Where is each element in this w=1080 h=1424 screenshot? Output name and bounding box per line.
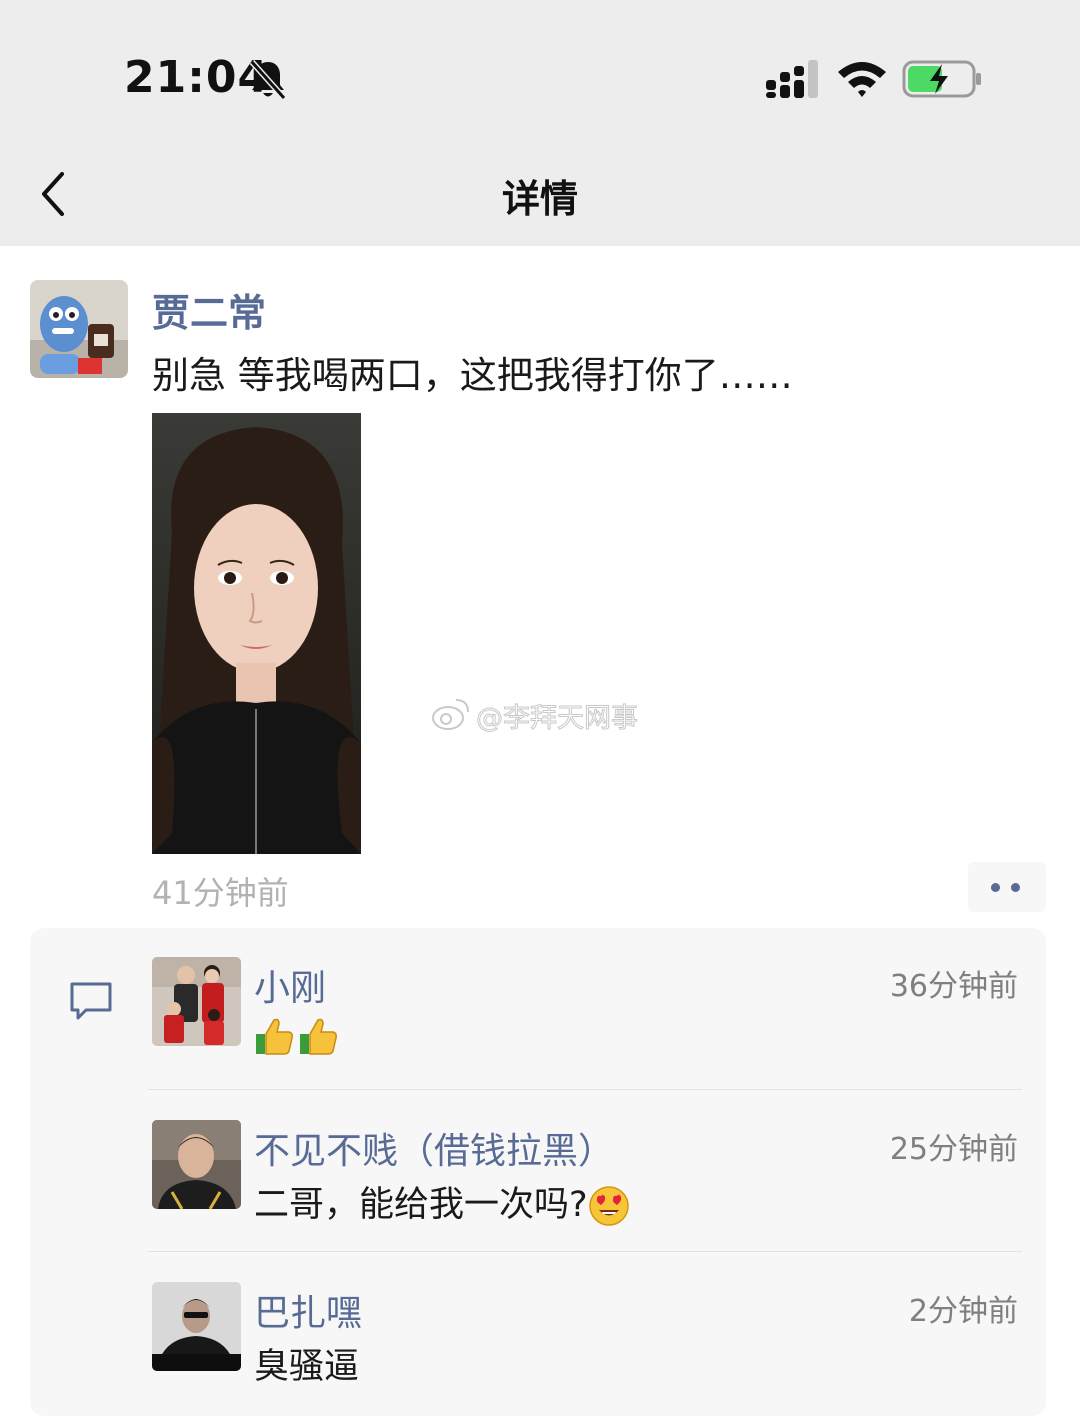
post-time: 41分钟前: [152, 874, 289, 912]
commenter-avatar[interactable]: [152, 957, 241, 1046]
author-avatar[interactable]: [30, 280, 128, 378]
comment-time: 36分钟前: [889, 969, 1018, 1004]
comment-time: 2分钟前: [908, 1294, 1018, 1329]
post-author-name[interactable]: 贾二常: [152, 282, 266, 337]
comment-item[interactable]: 小刚 36分钟前: [152, 957, 1022, 1067]
comment-text: 臭骚逼: [254, 1347, 360, 1387]
comment-divider: [148, 1251, 1022, 1252]
comment-bubble-icon: [70, 982, 112, 1020]
commenter-avatar[interactable]: [152, 1282, 241, 1371]
signal-icon: [766, 60, 818, 98]
dot-icon: [991, 883, 1000, 892]
more-actions-button[interactable]: [968, 862, 1046, 912]
commenter-name[interactable]: 巴扎嘿: [254, 1284, 362, 1336]
thumbs-up-emoji-icon: [256, 1018, 293, 1055]
commenter-name[interactable]: 不见不贱（借钱拉黑）: [254, 1122, 614, 1174]
watermark-text: @李拜天网事: [476, 703, 639, 735]
commenter-avatar[interactable]: [152, 1120, 241, 1209]
thumbs-up-emoji-icon: [300, 1018, 337, 1055]
bell-muted-icon: [249, 60, 287, 100]
page-title: 详情: [501, 177, 578, 221]
status-bar: 21:04: [0, 0, 1080, 150]
commenter-name[interactable]: 小刚: [254, 959, 326, 1011]
comment-item[interactable]: 巴扎嘿 2分钟前 臭骚逼: [152, 1282, 1022, 1392]
post-text: 别急 等我喝两口，这把我得打你了……: [152, 354, 793, 397]
comment-time: 25分钟前: [889, 1132, 1018, 1167]
post-photo[interactable]: [152, 413, 361, 854]
comment-item[interactable]: 不见不贱（借钱拉黑） 25分钟前 二哥，能给我一次吗?: [152, 1120, 1022, 1230]
comment-text-content: 二哥，能给我一次吗?: [254, 1185, 588, 1225]
battery-charging-icon: [902, 60, 981, 98]
comment-text: [254, 1015, 342, 1056]
wifi-icon: [838, 62, 886, 97]
heart-eyes-emoji-icon: [588, 1186, 629, 1226]
comment-text: 二哥，能给我一次吗?: [254, 1176, 630, 1227]
nav-bar: 详情: [0, 150, 1080, 246]
dot-icon: [1011, 883, 1020, 892]
comment-divider: [148, 1089, 1022, 1090]
